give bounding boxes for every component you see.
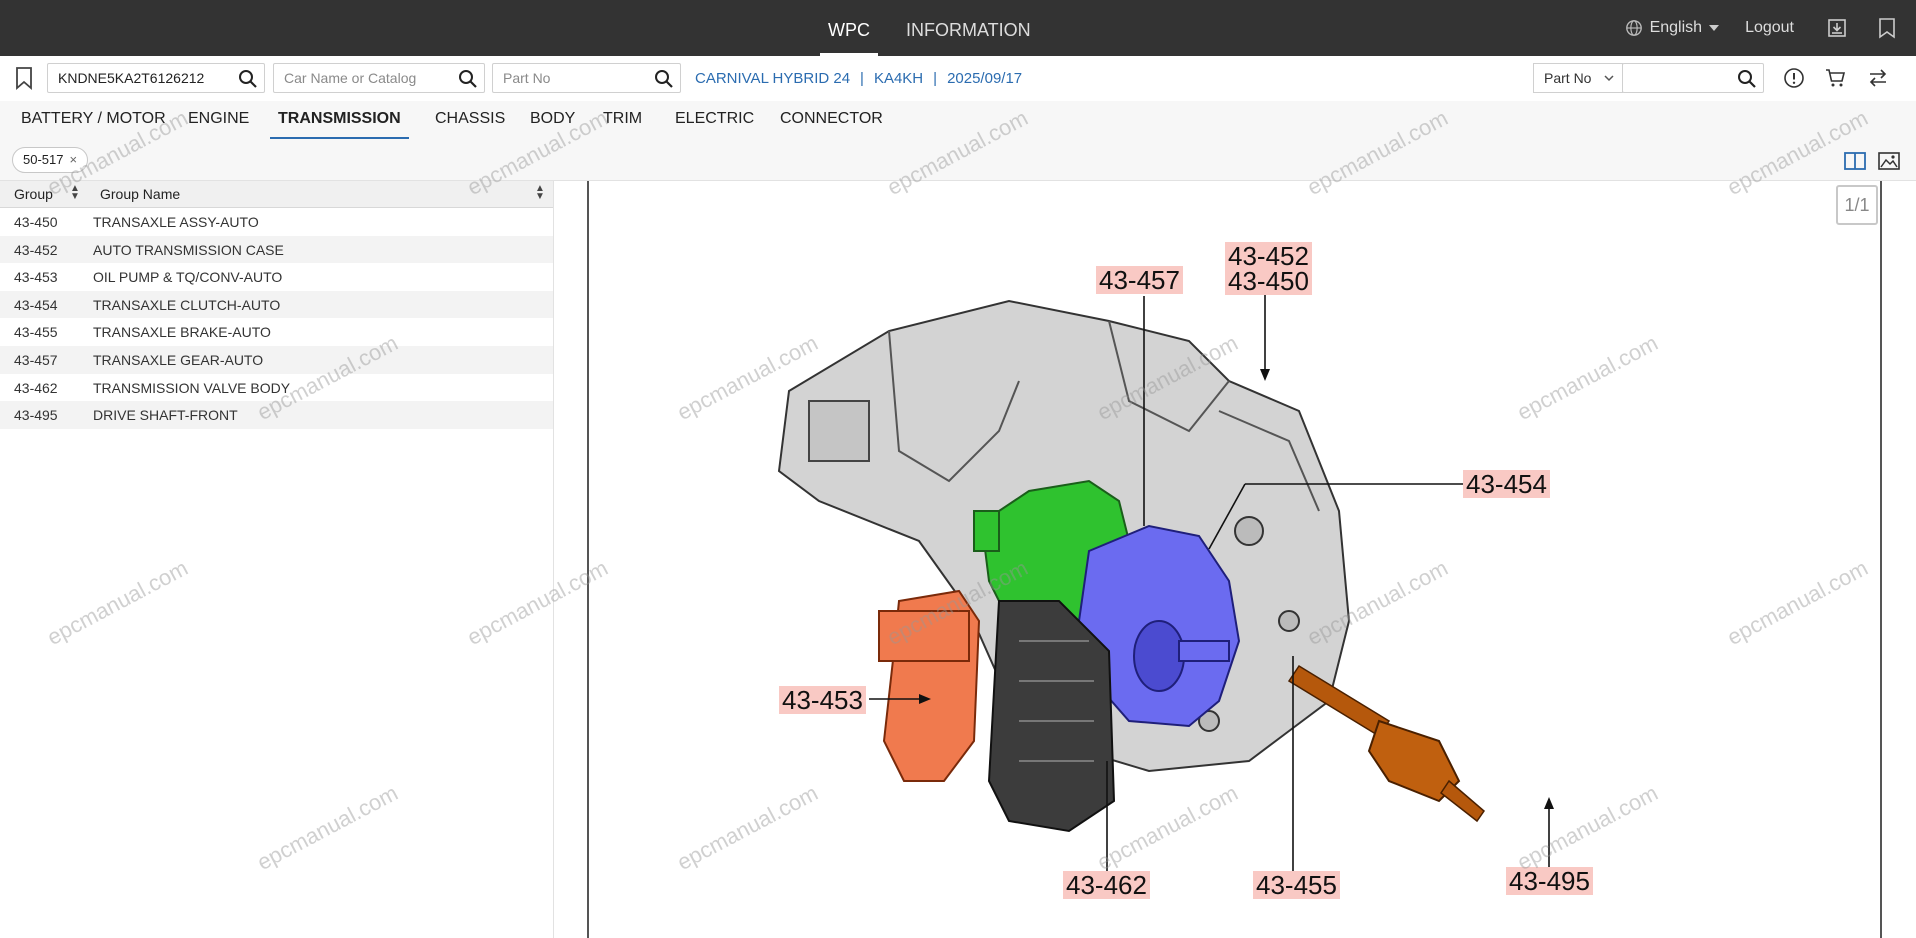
table-row[interactable]: 43-457 TRANSAXLE GEAR-AUTO <box>0 345 553 374</box>
group-code: 43-450 <box>14 214 58 230</box>
tab-battery-motor[interactable]: BATTERY / MOTOR <box>13 101 174 137</box>
nav-wpc[interactable]: WPC <box>810 0 888 56</box>
group-code: 43-452 <box>14 241 58 258</box>
part-search-box <box>1622 63 1764 93</box>
download-icon[interactable] <box>1826 17 1848 39</box>
car-search-box <box>273 63 485 93</box>
callout-43-453[interactable]: 43-453 <box>779 686 866 714</box>
search-icon[interactable] <box>654 69 674 89</box>
split-view-icon[interactable] <box>1843 150 1867 172</box>
table-row[interactable]: 43-452 AUTO TRANSMISSION CASE <box>0 235 553 264</box>
search-icon[interactable] <box>1737 69 1757 89</box>
language-selector[interactable]: English <box>1625 19 1720 37</box>
sort-icon[interactable]: ▲ ▼ <box>70 184 80 202</box>
language-label: English <box>1649 19 1703 36</box>
callout-43-455[interactable]: 43-455 <box>1253 871 1340 899</box>
chevron-down-icon <box>1604 75 1614 82</box>
filter-chip[interactable]: 50-517 × <box>12 147 89 173</box>
group-code: 43-457 <box>14 351 58 368</box>
callout-43-495[interactable]: 43-495 <box>1506 867 1593 895</box>
crumb-separator: | <box>933 70 938 87</box>
group-code: 43-455 <box>14 324 58 341</box>
group-name: TRANSAXLE GEAR-AUTO <box>93 351 264 368</box>
callout-43-462[interactable]: 43-462 <box>1063 871 1150 899</box>
part-search-input[interactable] <box>1623 64 1731 92</box>
group-name: TRANSAXLE ASSY-AUTO <box>93 214 259 230</box>
group-name: TRANSMISSION VALVE BODY <box>93 379 291 396</box>
crumb-date[interactable]: 2025/09/17 <box>947 70 1022 87</box>
category-tabs: BATTERY / MOTOR ENGINE TRANSMISSION CHAS… <box>0 101 1916 141</box>
image-view-icon[interactable] <box>1877 150 1901 172</box>
table-row[interactable]: 43-455 TRANSAXLE BRAKE-AUTO <box>0 318 553 346</box>
group-code: 43-462 <box>14 379 58 396</box>
sort-icon[interactable]: ▲ ▼ <box>535 184 545 202</box>
group-name: OIL PUMP & TQ/CONV-AUTO <box>93 269 283 286</box>
bookmark-icon[interactable] <box>1876 17 1898 39</box>
group-name: DRIVE SHAFT-FRONT <box>93 407 238 424</box>
caret-down-icon <box>1709 25 1720 31</box>
vehicle-breadcrumb: CARNIVAL HYBRID 24 | KA4KH | 2025/09/17 <box>695 70 1022 87</box>
cart-icon[interactable] <box>1825 67 1847 89</box>
car-catalog-input[interactable] <box>274 64 452 92</box>
tab-electric[interactable]: ELECTRIC <box>667 101 762 137</box>
table-row[interactable]: 43-462 TRANSMISSION VALVE BODY <box>0 374 553 402</box>
group-code: 43-495 <box>14 407 58 424</box>
group-name: TRANSAXLE BRAKE-AUTO <box>93 324 271 341</box>
crumb-code[interactable]: KA4KH <box>874 70 923 87</box>
tab-transmission[interactable]: TRANSMISSION <box>270 101 409 139</box>
tab-connector[interactable]: CONNECTOR <box>772 101 891 137</box>
callout-43-454[interactable]: 43-454 <box>1463 470 1550 498</box>
column-header-group[interactable]: Group <box>14 186 53 202</box>
vin-input[interactable] <box>48 64 232 92</box>
globe-icon <box>1625 20 1642 36</box>
vin-search-box <box>47 63 265 93</box>
info-alert-icon[interactable] <box>1783 67 1805 89</box>
group-code: 43-453 <box>14 269 58 286</box>
top-nav: WPC INFORMATION <box>810 0 1049 56</box>
crumb-separator: | <box>860 70 864 87</box>
filter-chip-label: 50-517 <box>23 152 64 167</box>
table-row[interactable]: 43-450 TRANSAXLE ASSY-AUTO <box>0 208 553 236</box>
search-row: CARNIVAL HYBRID 24 | KA4KH | 2025/09/17 … <box>0 56 1916 101</box>
partno-search-box <box>492 63 681 93</box>
nav-information[interactable]: INFORMATION <box>888 0 1049 56</box>
crumb-model[interactable]: CARNIVAL HYBRID 24 <box>695 70 850 87</box>
tab-chassis[interactable]: CHASSIS <box>427 101 513 137</box>
search-icon[interactable] <box>238 69 258 89</box>
search-icon[interactable] <box>458 69 478 89</box>
callout-43-457[interactable]: 43-457 <box>1096 266 1183 294</box>
group-name: AUTO TRANSMISSION CASE <box>93 241 284 258</box>
logout-link[interactable]: Logout <box>1745 19 1794 37</box>
tab-body[interactable]: BODY <box>522 101 583 137</box>
top-right-controls: English Logout <box>1625 0 1916 56</box>
swap-icon[interactable] <box>1867 67 1889 89</box>
search-type-label: Part No <box>1544 70 1592 86</box>
column-header-group-name[interactable]: Group Name <box>100 186 180 202</box>
tab-trim[interactable]: TRIM <box>595 101 650 137</box>
group-table: Group ▲ ▼ Group Name ▲ ▼ 43-450 TRANSAXLE A… <box>0 181 554 938</box>
table-row[interactable]: 43-453 OIL PUMP & TQ/CONV-AUTO <box>0 263 553 291</box>
search-type-select[interactable]: Part No <box>1533 63 1623 93</box>
table-row[interactable]: 43-495 DRIVE SHAFT-FRONT <box>0 401 553 429</box>
parts-diagram[interactable]: 1/1 43-457 43-452 43-450 43-454 43-453 4… <box>587 181 1882 938</box>
filter-row: 50-517 × <box>0 141 1916 181</box>
table-body: 43-450 TRANSAXLE ASSY-AUTO 43-452 AUTO TRA… <box>0 208 553 429</box>
group-code: 43-454 <box>14 296 58 313</box>
tab-engine[interactable]: ENGINE <box>180 101 257 137</box>
table-header: Group ▲ ▼ Group Name ▲ ▼ <box>0 181 553 208</box>
close-icon[interactable]: × <box>69 148 77 172</box>
partno-input[interactable] <box>493 64 648 92</box>
group-name: TRANSAXLE CLUTCH-AUTO <box>93 296 281 313</box>
callout-43-450[interactable]: 43-450 <box>1225 267 1312 295</box>
bookmark-icon[interactable] <box>14 66 34 90</box>
table-row[interactable]: 43-454 TRANSAXLE CLUTCH-AUTO <box>0 290 553 319</box>
top-bar: WPC INFORMATION English Logout <box>0 0 1916 56</box>
